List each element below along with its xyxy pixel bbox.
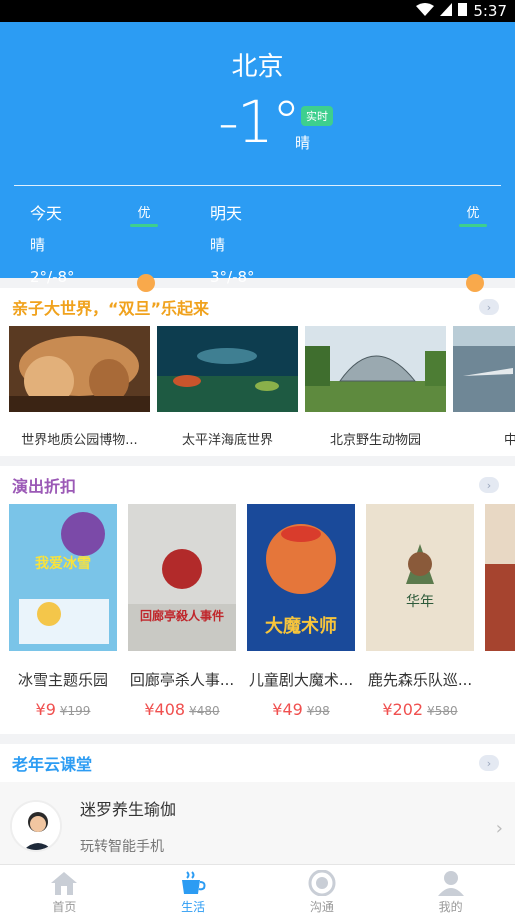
venue-card[interactable]: 世界地质公园博物... bbox=[9, 326, 150, 456]
show-price: ¥49 bbox=[272, 700, 303, 719]
section-title: 演出折扣 bbox=[12, 477, 77, 496]
shows-section: 演出折扣 › 我爱冰雪 冰雪主题乐园 ¥9 ¥199 回廊亭殺人事件 回廊亭杀人事… bbox=[0, 466, 515, 734]
aq-label: 优 bbox=[137, 206, 151, 221]
show-name: 鹿先森乐队巡... bbox=[367, 671, 473, 689]
show-name: 冰雪主题乐园 bbox=[17, 671, 108, 689]
tab-label: 沟通 bbox=[309, 900, 334, 914]
tab-bar: 首页 生活 沟通 我的 bbox=[0, 864, 515, 916]
section-title: 老年云课堂 bbox=[12, 755, 93, 774]
section-title: 亲子大世界，“双旦”乐起来 bbox=[12, 299, 210, 318]
show-card[interactable]: 华年 鹿先森乐队巡... ¥202 ¥580 bbox=[366, 504, 474, 734]
current-temp: -1° bbox=[218, 88, 301, 156]
air-quality-today: 优 bbox=[130, 202, 158, 227]
more-arrow-icon[interactable]: › bbox=[479, 477, 499, 493]
show-old-price: ¥480 bbox=[189, 704, 220, 718]
forecast-range: 3°/-8° bbox=[210, 268, 255, 286]
forecast-range: 2°/-8° bbox=[30, 268, 75, 286]
poster-text: 我爱冰雪 bbox=[35, 555, 91, 572]
city-name[interactable]: 北京 bbox=[0, 22, 515, 82]
weather-panel[interactable]: 北京 -1° 实时 晴 今天 晴 2°/-8° 优 明天 晴 3°/-8° 优 bbox=[0, 22, 515, 292]
show-card[interactable]: 我爱冰雪 冰雪主题乐园 ¥9 ¥199 bbox=[9, 504, 117, 734]
show-price: ¥408 bbox=[144, 700, 186, 719]
show-poster bbox=[485, 504, 515, 651]
show-price: ¥9 bbox=[35, 700, 56, 719]
show-card[interactable]: 回廊亭殺人事件 回廊亭杀人事... ¥408 ¥480 bbox=[128, 504, 236, 734]
signal-icon bbox=[440, 2, 453, 20]
show-poster: 我爱冰雪 bbox=[9, 504, 117, 651]
venue-name: 北京野生动物园 bbox=[329, 433, 421, 448]
show-card[interactable] bbox=[485, 504, 515, 734]
venue-image bbox=[157, 326, 298, 412]
air-quality-tomorrow: 优 bbox=[459, 202, 487, 227]
course-title: 迷罗养生瑜伽 bbox=[80, 800, 177, 819]
current-condition: 晴 bbox=[295, 134, 311, 152]
user-icon bbox=[386, 868, 515, 898]
venue-image bbox=[453, 326, 515, 412]
venue-card[interactable]: 北京野生动物园 bbox=[305, 326, 446, 456]
venue-name: 太平洋海底世界 bbox=[181, 433, 273, 448]
aq-label: 优 bbox=[466, 206, 480, 221]
venue-name: 世界地质公园博物... bbox=[21, 433, 138, 448]
tab-label: 我的 bbox=[438, 900, 463, 914]
forecast-today[interactable]: 今天 晴 2°/-8° bbox=[30, 200, 75, 286]
coffee-icon bbox=[129, 868, 258, 898]
show-name: 儿童剧大魔术... bbox=[248, 671, 354, 689]
status-bar: 5:37 bbox=[0, 0, 515, 22]
show-old-price: ¥199 bbox=[59, 704, 91, 718]
course-subtitle: 玩转智能手机 bbox=[80, 839, 164, 855]
home-icon bbox=[0, 868, 129, 898]
show-card[interactable]: 大魔术师 儿童剧大魔术... ¥49 ¥98 bbox=[247, 504, 355, 734]
venue-card[interactable]: 太平洋海底世界 bbox=[157, 326, 298, 456]
forecast-day: 今天 bbox=[30, 204, 63, 223]
venue-card[interactable]: 中国航 bbox=[453, 326, 515, 456]
forecast-tomorrow[interactable]: 明天 晴 3°/-8° bbox=[210, 200, 255, 286]
weather-divider bbox=[14, 185, 501, 186]
tab-life[interactable]: 生活 bbox=[129, 865, 258, 916]
show-poster: 回廊亭殺人事件 bbox=[128, 504, 236, 651]
course-item[interactable]: 迷罗养生瑜伽 玩转智能手机 › bbox=[0, 782, 515, 870]
tab-mine[interactable]: 我的 bbox=[386, 865, 515, 916]
poster-text: 华年 bbox=[406, 594, 434, 610]
show-price: ¥202 bbox=[382, 700, 424, 719]
poster-text: 回廊亭殺人事件 bbox=[140, 608, 224, 623]
show-poster: 大魔术师 bbox=[247, 504, 355, 651]
forecast-condition: 晴 bbox=[210, 236, 226, 254]
forecast-condition: 晴 bbox=[30, 236, 46, 254]
family-section: 亲子大世界，“双旦”乐起来 › 世界地质公园博物... 太平洋海底世界 北京野生… bbox=[0, 288, 515, 456]
venue-image bbox=[9, 326, 150, 412]
more-arrow-icon[interactable]: › bbox=[479, 755, 499, 771]
poster-text: 大魔术师 bbox=[265, 615, 337, 637]
wifi-icon bbox=[416, 2, 435, 20]
venue-image bbox=[305, 326, 446, 412]
show-poster: 华年 bbox=[366, 504, 474, 651]
avatar bbox=[10, 800, 62, 852]
aq-bar bbox=[130, 224, 158, 227]
chevron-right-icon: › bbox=[495, 818, 503, 839]
sun-icon bbox=[466, 274, 484, 292]
course-section: 老年云课堂 › 迷罗养生瑜伽 玩转智能手机 › bbox=[0, 744, 515, 870]
venue-name: 中国航 bbox=[453, 416, 515, 448]
chat-icon bbox=[258, 868, 387, 898]
show-name bbox=[485, 655, 515, 669]
tab-label: 生活 bbox=[181, 900, 206, 914]
tab-home[interactable]: 首页 bbox=[0, 865, 129, 916]
forecast-day: 明天 bbox=[210, 204, 243, 223]
tab-chat[interactable]: 沟通 bbox=[258, 865, 387, 916]
tab-label: 首页 bbox=[52, 900, 77, 914]
show-old-price: ¥580 bbox=[427, 704, 458, 718]
show-old-price: ¥98 bbox=[306, 704, 330, 718]
more-arrow-icon[interactable]: › bbox=[479, 299, 499, 315]
aq-bar bbox=[459, 224, 487, 227]
status-time: 5:37 bbox=[473, 2, 507, 20]
sun-icon bbox=[137, 274, 155, 292]
battery-icon bbox=[458, 2, 468, 20]
show-name: 回廊亭杀人事... bbox=[129, 671, 235, 689]
live-badge: 实时 bbox=[301, 106, 333, 126]
